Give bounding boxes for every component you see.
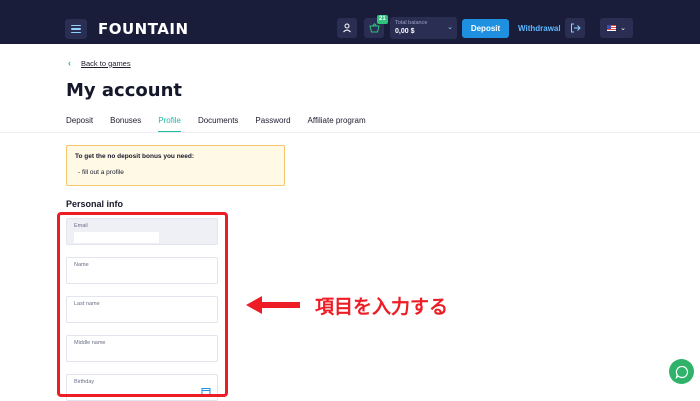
tab-deposit[interactable]: Deposit: [66, 116, 93, 133]
balance-value: 0,00 $: [395, 28, 415, 35]
arrow-left-icon: [246, 296, 300, 314]
user-icon: [343, 23, 351, 33]
notice-title: To get the no deposit bonus you need:: [75, 153, 195, 160]
basket-icon: [368, 23, 380, 33]
menu-icon-line: [71, 24, 81, 27]
menu-icon-line: [71, 31, 81, 34]
bonus-notice: To get the no deposit bonus you need: - …: [66, 145, 285, 186]
user-profile-button[interactable]: [337, 18, 357, 38]
menu-icon-line: [71, 28, 81, 30]
tab-affiliate-program[interactable]: Affiliate program: [308, 116, 366, 133]
language-selector[interactable]: ⌄: [600, 18, 633, 38]
highlight-box: [57, 212, 228, 397]
chat-button[interactable]: [669, 359, 694, 384]
hamburger-menu-button[interactable]: [65, 19, 87, 39]
divider: [0, 132, 700, 133]
deposit-button[interactable]: Deposit: [462, 19, 509, 38]
breadcrumb[interactable]: ‹ Back to games: [68, 58, 131, 68]
notice-item: - fill out a profile: [78, 169, 124, 176]
brand-logo[interactable]: FOUNTAIN: [98, 20, 189, 38]
logout-icon: [570, 23, 581, 33]
logout-button[interactable]: [565, 18, 585, 38]
tab-profile[interactable]: Profile: [158, 116, 181, 133]
bonus-count-badge: 21: [377, 15, 388, 24]
back-to-games-link[interactable]: Back to games: [81, 59, 131, 68]
annotation-text: 項目を入力する: [315, 296, 449, 318]
chevron-left-icon: ‹: [68, 58, 71, 68]
chevron-down-icon: ⌄: [620, 25, 626, 32]
us-flag-icon: [607, 25, 617, 31]
tab-documents[interactable]: Documents: [198, 116, 238, 133]
account-tabs: Deposit Bonuses Profile Documents Passwo…: [66, 116, 383, 133]
page-title: My account: [66, 80, 182, 101]
chat-icon: [674, 365, 688, 379]
tab-password[interactable]: Password: [255, 116, 290, 133]
personal-info-heading: Personal info: [66, 199, 124, 209]
balance-dropdown[interactable]: Total balance 0,00 $ ⌄: [390, 17, 457, 39]
withdrawal-link[interactable]: Withdrawal: [518, 19, 561, 38]
tab-bonuses[interactable]: Bonuses: [110, 116, 141, 133]
chevron-down-icon: ⌄: [447, 24, 453, 31]
balance-label: Total balance: [395, 20, 428, 26]
